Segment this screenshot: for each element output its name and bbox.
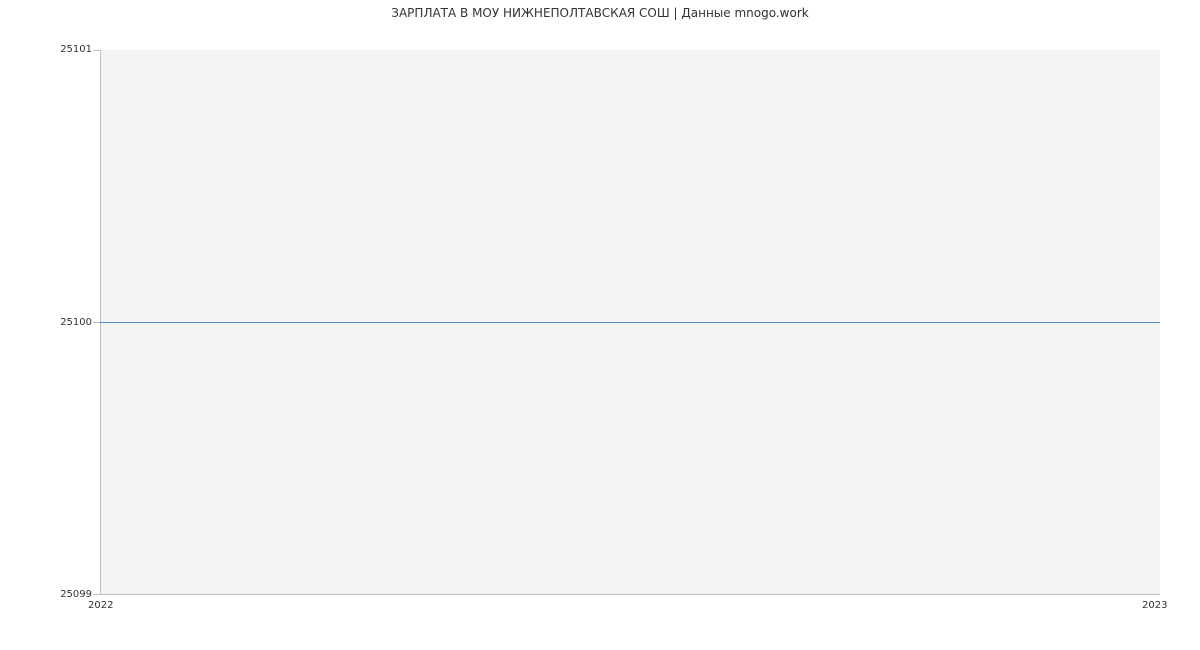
chart-container: ЗАРПЛАТА В МОУ НИЖНЕПОЛТАВСКАЯ СОШ | Дан… — [0, 0, 1200, 650]
x-tick-label: 2022 — [88, 600, 113, 611]
series-line — [100, 322, 1160, 323]
y-tick-label: 25101 — [12, 44, 92, 55]
chart-title: ЗАРПЛАТА В МОУ НИЖНЕПОЛТАВСКАЯ СОШ | Дан… — [0, 6, 1200, 20]
y-tick — [93, 50, 100, 51]
y-tick — [93, 594, 100, 595]
y-tick-label: 25099 — [12, 589, 92, 600]
y-tick-label: 25100 — [12, 317, 92, 328]
y-tick — [93, 322, 100, 323]
x-tick-label: 2023 — [1142, 600, 1167, 611]
